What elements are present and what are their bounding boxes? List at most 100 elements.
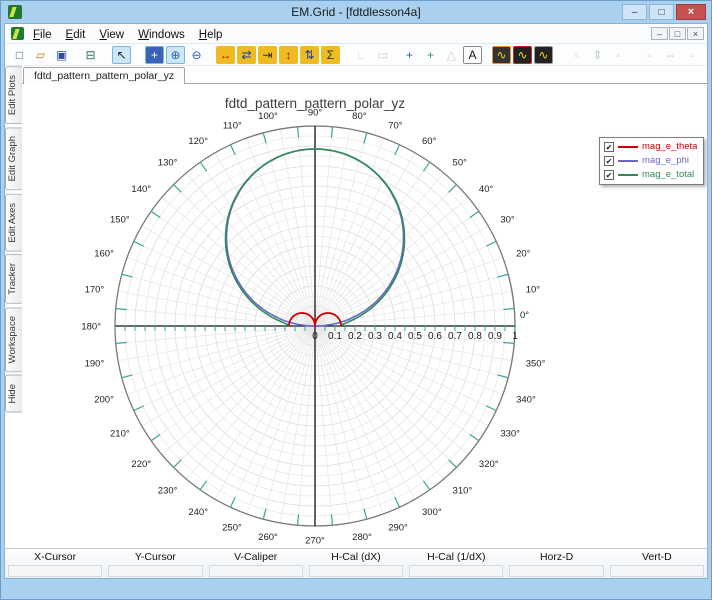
radial-tick-label: 0.5: [408, 331, 422, 342]
angle-label: 300°: [422, 507, 442, 518]
text-label-button[interactable]: A: [463, 45, 482, 64]
legend-checkbox[interactable]: ✔: [604, 169, 614, 180]
h-space-button[interactable]: ⇔: [661, 46, 680, 64]
angle-label: 310°: [453, 485, 473, 496]
tracker-axes-button[interactable]: +: [421, 46, 440, 64]
legend-label: mag_e_theta: [642, 141, 698, 152]
zoom-out-button[interactable]: ⊖: [187, 46, 206, 64]
radial-tick-label: 0.8: [468, 331, 482, 342]
window-frame-bottom: [1, 579, 711, 599]
save-button[interactable]: ▣: [52, 46, 71, 64]
angle-label: 120°: [188, 136, 208, 147]
toolbar: □▱▣⊟↖+⊕⊖↔⇄⇥↕⇅Σ∟▭++△A∿∿∿▫⇕▫▫⇔▫ Layout ▼: [5, 44, 707, 66]
curve-style-red-button[interactable]: ∿: [513, 45, 532, 64]
expand-y-icon: ↕: [285, 47, 292, 62]
angle-label: 130°: [158, 158, 178, 169]
menu-help[interactable]: Help: [192, 27, 230, 43]
legend-entry: ✔ mag_e_total: [604, 168, 697, 181]
new-file-button[interactable]: □: [10, 46, 29, 64]
fit-view-button[interactable]: +: [145, 45, 164, 64]
radial-tick-label: 0.2: [348, 331, 362, 342]
angle-label: 250°: [222, 523, 242, 534]
fit-y-button[interactable]: Σ: [321, 45, 340, 64]
legend-checkbox[interactable]: ✔: [604, 141, 614, 152]
shrink-y-button[interactable]: ⇅: [300, 45, 319, 64]
status-value: [609, 565, 704, 577]
sidebar-item-edit-axes[interactable]: Edit Axes: [5, 193, 22, 252]
marker-button[interactable]: △: [442, 46, 461, 64]
status-header: Vert-D: [641, 551, 672, 563]
v-space-right-checkbox[interactable]: ▫: [609, 46, 628, 64]
minimize-button[interactable]: –: [622, 4, 647, 20]
open-file-button[interactable]: ▱: [31, 46, 50, 64]
status-value: [208, 565, 303, 577]
menu-file[interactable]: File: [26, 27, 59, 43]
legend-line-sample: [618, 159, 638, 162]
angle-label: 220°: [131, 459, 151, 470]
v-space-button[interactable]: ⇕: [588, 46, 607, 64]
status-value: [409, 565, 504, 577]
maximize-button[interactable]: □: [649, 4, 674, 20]
tab-fdtd-pattern[interactable]: fdtd_pattern_pattern_polar_yz: [23, 67, 186, 84]
legend-box[interactable]: ✔ mag_e_theta ✔ mag_e_phi ✔ mag_e_total: [599, 137, 705, 185]
fit-x-button[interactable]: ⇥: [258, 45, 277, 64]
text-label-icon: A: [468, 47, 477, 62]
shrink-x-button[interactable]: ⇄: [237, 45, 256, 64]
angle-label: 50°: [453, 158, 468, 169]
sidebar-item-edit-plots[interactable]: Edit Plots: [5, 66, 22, 125]
curve-style-gray-button[interactable]: ∿: [534, 45, 553, 64]
angle-label: 330°: [500, 429, 520, 440]
status-header: H-Cal (dX): [331, 551, 381, 563]
angle-label: 40°: [479, 184, 494, 195]
h-space-right-checkbox[interactable]: ▫: [682, 46, 701, 64]
angle-label: 280°: [352, 532, 372, 543]
fit-x-icon: ⇥: [262, 47, 273, 62]
h-space-left-checkbox[interactable]: ▫: [640, 46, 659, 64]
legend-label: mag_e_total: [642, 169, 695, 180]
print-button[interactable]: ⊟: [81, 46, 100, 64]
status-value: [8, 565, 103, 577]
v-caliper-button[interactable]: ▭: [373, 46, 392, 64]
status-header: Y-Cursor: [134, 551, 176, 563]
menu-windows[interactable]: Windows: [131, 27, 192, 43]
save-icon: ▣: [55, 47, 68, 62]
angle-label: 80°: [352, 111, 367, 122]
legend-entry: ✔ mag_e_theta: [604, 140, 697, 153]
crosshair-button[interactable]: +: [400, 46, 419, 64]
radial-tick-label: 0.9: [488, 331, 502, 342]
mdi-minimize-button[interactable]: –: [651, 27, 668, 40]
plot-properties-icon: ∿: [496, 47, 507, 62]
mdi-restore-button[interactable]: □: [669, 27, 686, 40]
v-space-icon: ⇕: [592, 47, 603, 62]
sidebar-item-edit-graph[interactable]: Edit Graph: [5, 127, 22, 191]
legend-checkbox[interactable]: ✔: [604, 155, 614, 166]
pointer-tool-button[interactable]: ↖: [112, 45, 131, 64]
angle-label: 70°: [388, 120, 403, 131]
new-file-icon: □: [15, 47, 24, 62]
status-value: [509, 565, 604, 577]
legend-entry: ✔ mag_e_phi: [604, 154, 697, 167]
angle-label: 20°: [516, 248, 531, 259]
v-space-left-checkbox[interactable]: ▫: [567, 46, 586, 64]
angle-label: 200°: [94, 395, 114, 406]
print-icon: ⊟: [85, 47, 96, 62]
app-logo-icon: [11, 27, 24, 40]
h-caliper-button[interactable]: ∟: [352, 46, 371, 64]
angle-label: 350°: [526, 359, 546, 370]
mdi-close-button[interactable]: ×: [687, 27, 704, 40]
v-caliper-icon: ▭: [376, 47, 389, 62]
curve-style-red-icon: ∿: [517, 47, 528, 62]
zoom-in-button[interactable]: ⊕: [166, 45, 185, 64]
sidebar-item-hide[interactable]: Hide: [5, 375, 22, 413]
expand-x-button[interactable]: ↔: [216, 45, 235, 64]
menu-edit[interactable]: Edit: [59, 27, 93, 43]
menu-view[interactable]: View: [92, 27, 131, 43]
angle-label: 260°: [258, 532, 278, 543]
expand-y-button[interactable]: ↕: [279, 45, 298, 64]
plot-properties-button[interactable]: ∿: [492, 45, 511, 64]
sidebar-item-tracker[interactable]: Tracker: [5, 254, 22, 305]
sidebar-item-workspace[interactable]: Workspace: [5, 307, 22, 373]
radial-tick-label: 1: [512, 331, 518, 342]
close-button[interactable]: ×: [676, 4, 706, 20]
h-space-icon: ⇔: [664, 47, 677, 62]
